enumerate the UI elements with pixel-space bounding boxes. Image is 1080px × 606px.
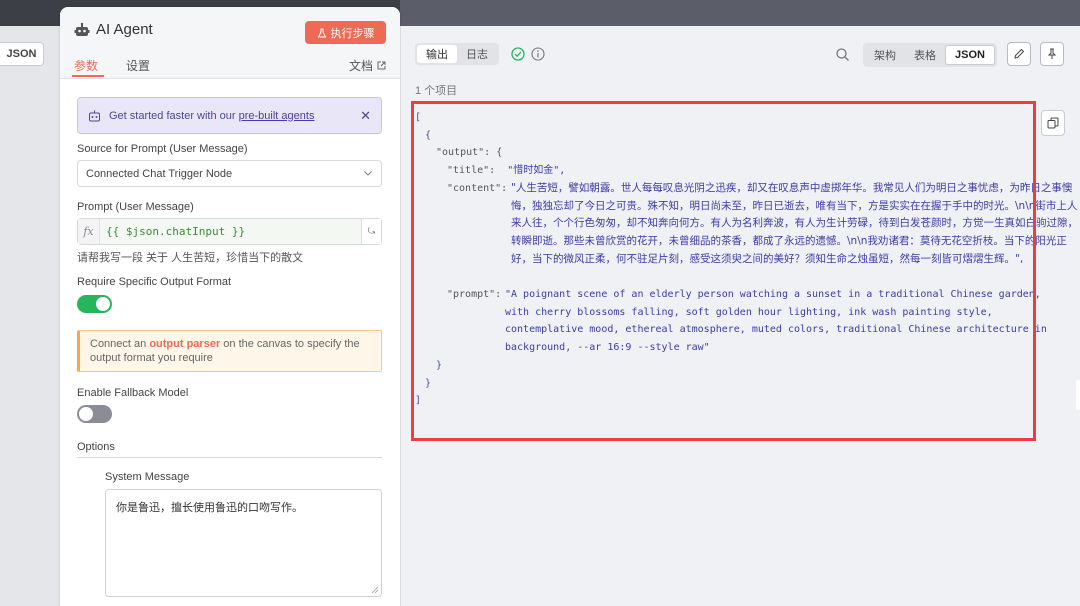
source-select-value: Connected Chat Trigger Node <box>86 167 233 180</box>
prompt-expression-value: {{ $json.chatInput }} <box>106 225 246 238</box>
require-format-toggle[interactable] <box>77 295 112 313</box>
docs-link[interactable]: 文档 <box>349 57 386 74</box>
close-icon[interactable]: ✕ <box>360 108 371 124</box>
expand-editor-icon[interactable]: ⤿ <box>361 219 381 244</box>
copy-icon <box>1047 117 1059 129</box>
view-mode-switch: 架构 表格 JSON <box>863 43 997 67</box>
docs-link-label: 文档 <box>348 59 373 73</box>
pencil-icon <box>1014 48 1025 59</box>
source-label: Source for Prompt (User Message) <box>77 143 248 155</box>
tip-text: Get started faster with our pre-built ag… <box>109 110 314 122</box>
node-title: AI Agent <box>74 21 153 38</box>
node-title-text: AI Agent <box>96 21 153 38</box>
input-json-button[interactable]: JSON <box>0 42 44 66</box>
canvas-backdrop <box>0 26 60 606</box>
view-json[interactable]: JSON <box>945 45 995 65</box>
active-tab-indicator <box>72 75 104 77</box>
edit-output-button[interactable] <box>1007 42 1031 66</box>
panel-header: AI Agent 执行步骤 参数 设置 文档 <box>60 7 400 79</box>
output-parser-notice: Connect an output parser on the canvas t… <box>77 330 382 372</box>
prompt-preview: 请帮我写一段 关于 人生苦短，珍惜当下的散文 <box>77 252 304 264</box>
tab-logs[interactable]: 日志 <box>457 45 497 63</box>
resize-grip-icon[interactable] <box>371 586 379 594</box>
fallback-label: Enable Fallback Model <box>77 387 189 399</box>
chevron-down-icon <box>364 171 372 176</box>
fallback-toggle[interactable] <box>77 405 112 423</box>
execute-step-button[interactable]: 执行步骤 <box>305 21 386 44</box>
check-circle-icon <box>511 47 525 61</box>
options-divider <box>77 457 382 458</box>
node-parameters-panel: AI Agent 执行步骤 参数 设置 文档 Get started faste… <box>60 7 400 606</box>
source-select[interactable]: Connected Chat Trigger Node <box>77 160 382 187</box>
copy-button[interactable] <box>1041 110 1065 136</box>
prebuilt-agents-link[interactable]: pre-built agents <box>239 110 315 122</box>
external-link-icon <box>377 61 386 70</box>
notice-text-1: Connect an <box>90 338 150 350</box>
pin-data-button[interactable] <box>1040 42 1064 66</box>
flask-icon <box>317 28 326 37</box>
search-icon[interactable] <box>835 47 850 62</box>
robot-icon <box>74 22 90 36</box>
system-message-value: 你是鲁迅，擅长使用鲁迅的口吻写作。 <box>116 502 303 514</box>
output-parser-link[interactable]: output parser <box>149 338 220 350</box>
prebuilt-agents-tip: Get started faster with our pre-built ag… <box>77 97 382 134</box>
toggle-knob <box>96 297 110 311</box>
tab-settings[interactable]: 设置 <box>126 57 150 74</box>
require-format-label: Require Specific Output Format <box>77 276 232 288</box>
fx-icon: fx <box>78 219 100 244</box>
top-strip-right <box>400 0 1080 26</box>
system-message-label: System Message <box>105 471 190 483</box>
view-table[interactable]: 表格 <box>905 45 945 65</box>
execute-step-label: 执行步骤 <box>330 27 375 40</box>
output-panel: 输出 日志 架构 表格 JSON 1 个项目 [ { "output": { "… <box>400 26 1080 606</box>
tab-output[interactable]: 输出 <box>417 45 457 63</box>
tip-prefix: Get started faster with our <box>109 109 239 122</box>
highlight-frame <box>411 101 1036 441</box>
prompt-expression-input[interactable]: fx {{ $json.chatInput }} ⤿ <box>77 218 382 245</box>
system-message-textarea[interactable]: 你是鲁迅，擅长使用鲁迅的口吻写作。 <box>105 489 382 597</box>
info-icon[interactable] <box>531 47 545 61</box>
item-count: 1 个项目 <box>415 85 458 97</box>
toggle-knob <box>79 407 93 421</box>
view-schema[interactable]: 架构 <box>865 45 905 65</box>
options-heading: Options <box>77 441 115 453</box>
pin-icon <box>1047 48 1057 59</box>
output-log-switch: 输出 日志 <box>415 43 499 65</box>
tab-parameters[interactable]: 参数 <box>74 57 98 74</box>
robot-small-icon <box>89 110 100 121</box>
scrollbar-handle[interactable] <box>1076 380 1080 410</box>
prompt-label: Prompt (User Message) <box>77 201 194 213</box>
